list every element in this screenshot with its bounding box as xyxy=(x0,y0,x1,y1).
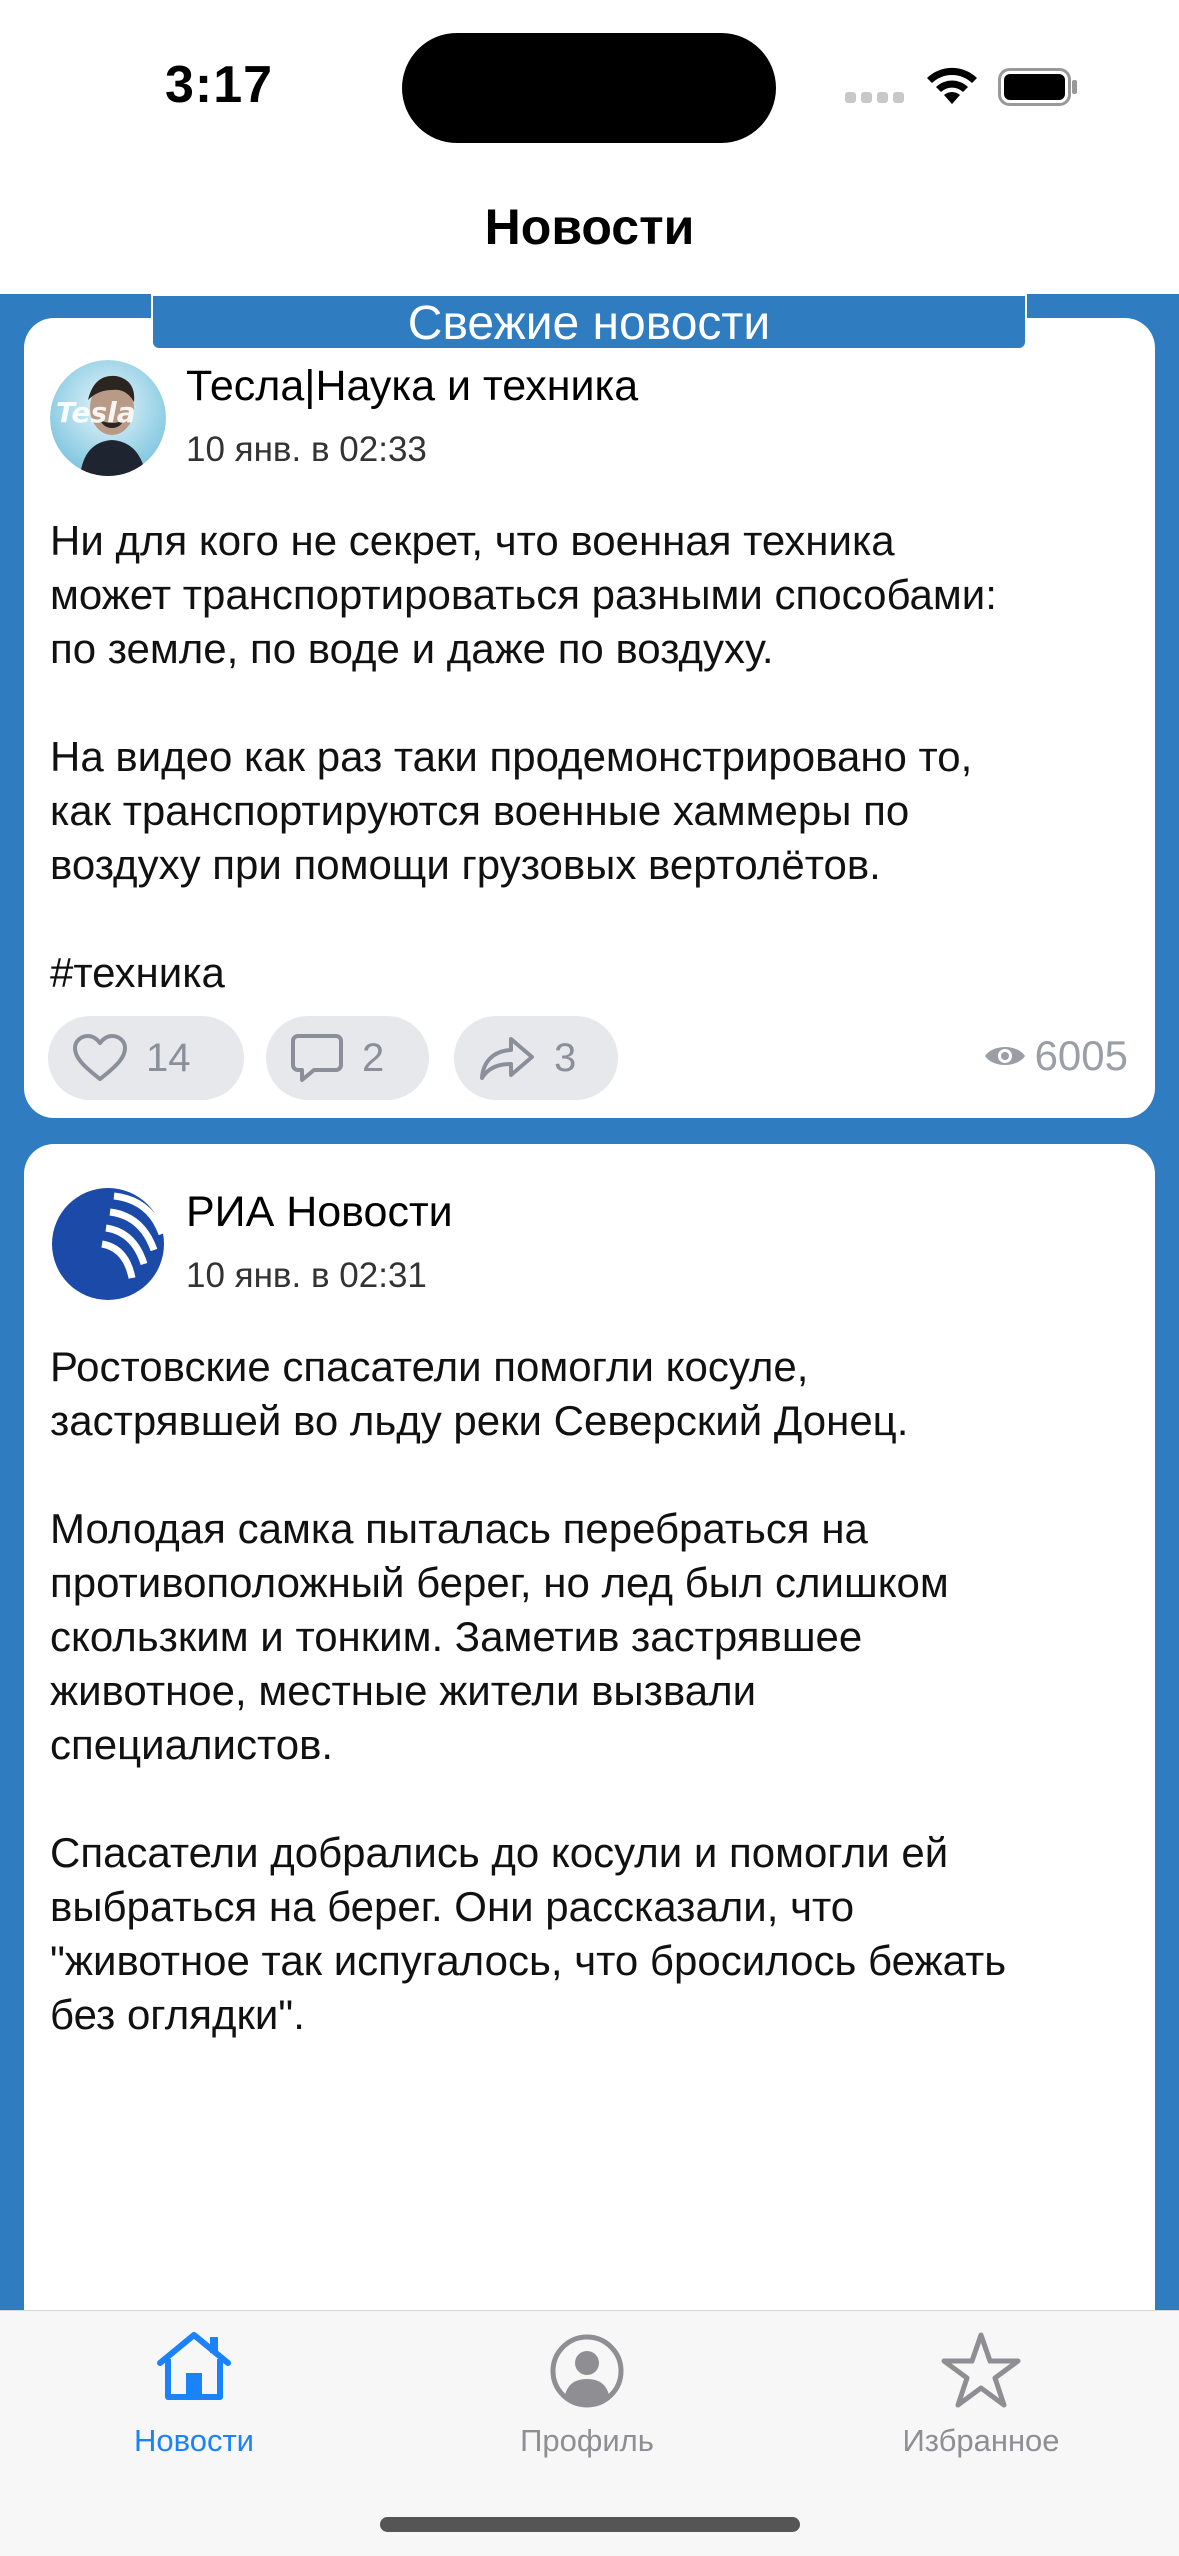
post-card[interactable]: РИА Новости 10 янв. в 02:31 Ростовские с… xyxy=(24,1144,1155,2310)
share-arrow-icon xyxy=(480,1037,534,1080)
home-indicator[interactable] xyxy=(380,2517,800,2532)
dynamic-island xyxy=(402,33,776,143)
person-circle-icon xyxy=(550,2334,624,2408)
star-icon xyxy=(941,2332,1021,2408)
post-actions: 14 2 3 6005 xyxy=(48,1016,1138,1100)
status-time: 3:17 xyxy=(165,56,274,114)
tab-news[interactable]: Новости xyxy=(64,2311,324,2471)
post-text: Ни для кого не секрет, что военная техни… xyxy=(50,517,997,996)
comment-button[interactable]: 2 xyxy=(266,1016,429,1100)
post-text: Ростовские спасатели помогли косуле, зас… xyxy=(50,1343,1007,2038)
post-date: 10 янв. в 02:33 xyxy=(186,430,427,469)
comment-count: 2 xyxy=(362,1035,385,1080)
post-source-name[interactable]: РИА Новости xyxy=(186,1188,453,1237)
wifi-icon xyxy=(927,67,977,104)
navigation-bar: Новости xyxy=(0,160,1179,294)
comment-icon xyxy=(291,1034,343,1082)
views-count: 6005 xyxy=(1034,1032,1128,1079)
share-button[interactable]: 3 xyxy=(454,1016,618,1100)
fresh-news-banner[interactable]: Свежие новости xyxy=(151,294,1027,350)
tab-label: Избранное xyxy=(902,2423,1060,2458)
post-date: 10 янв. в 02:31 xyxy=(186,1256,427,1295)
tab-profile[interactable]: Профиль xyxy=(457,2311,717,2471)
tab-label: Профиль xyxy=(520,2423,654,2458)
page-title: Новости xyxy=(484,199,695,255)
house-icon xyxy=(157,2332,231,2400)
svg-text:Tesla: Tesla xyxy=(56,396,136,429)
avatar[interactable]: Tesla xyxy=(50,360,166,476)
like-button[interactable]: 14 xyxy=(48,1016,244,1100)
post-source-name[interactable]: Тесла|Наука и техника xyxy=(186,362,638,411)
post-card[interactable]: Tesla Тесла|Наука и техника 10 янв. в 02… xyxy=(24,318,1155,1118)
eye-icon xyxy=(984,1047,1025,1065)
heart-icon xyxy=(73,1034,127,1081)
avatar[interactable] xyxy=(50,1186,166,1302)
cellular-signal-icon xyxy=(845,92,905,106)
like-count: 14 xyxy=(146,1035,191,1080)
share-count: 3 xyxy=(554,1035,577,1080)
views-counter: 6005 xyxy=(983,1032,1128,1080)
battery-icon xyxy=(998,68,1077,106)
tab-favorites[interactable]: Избранное xyxy=(851,2311,1111,2471)
news-feed[interactable]: Tesla Тесла|Наука и техника 10 янв. в 02… xyxy=(0,294,1179,2310)
status-bar: 3:17 xyxy=(0,0,1179,160)
tab-label: Новости xyxy=(133,2423,254,2458)
